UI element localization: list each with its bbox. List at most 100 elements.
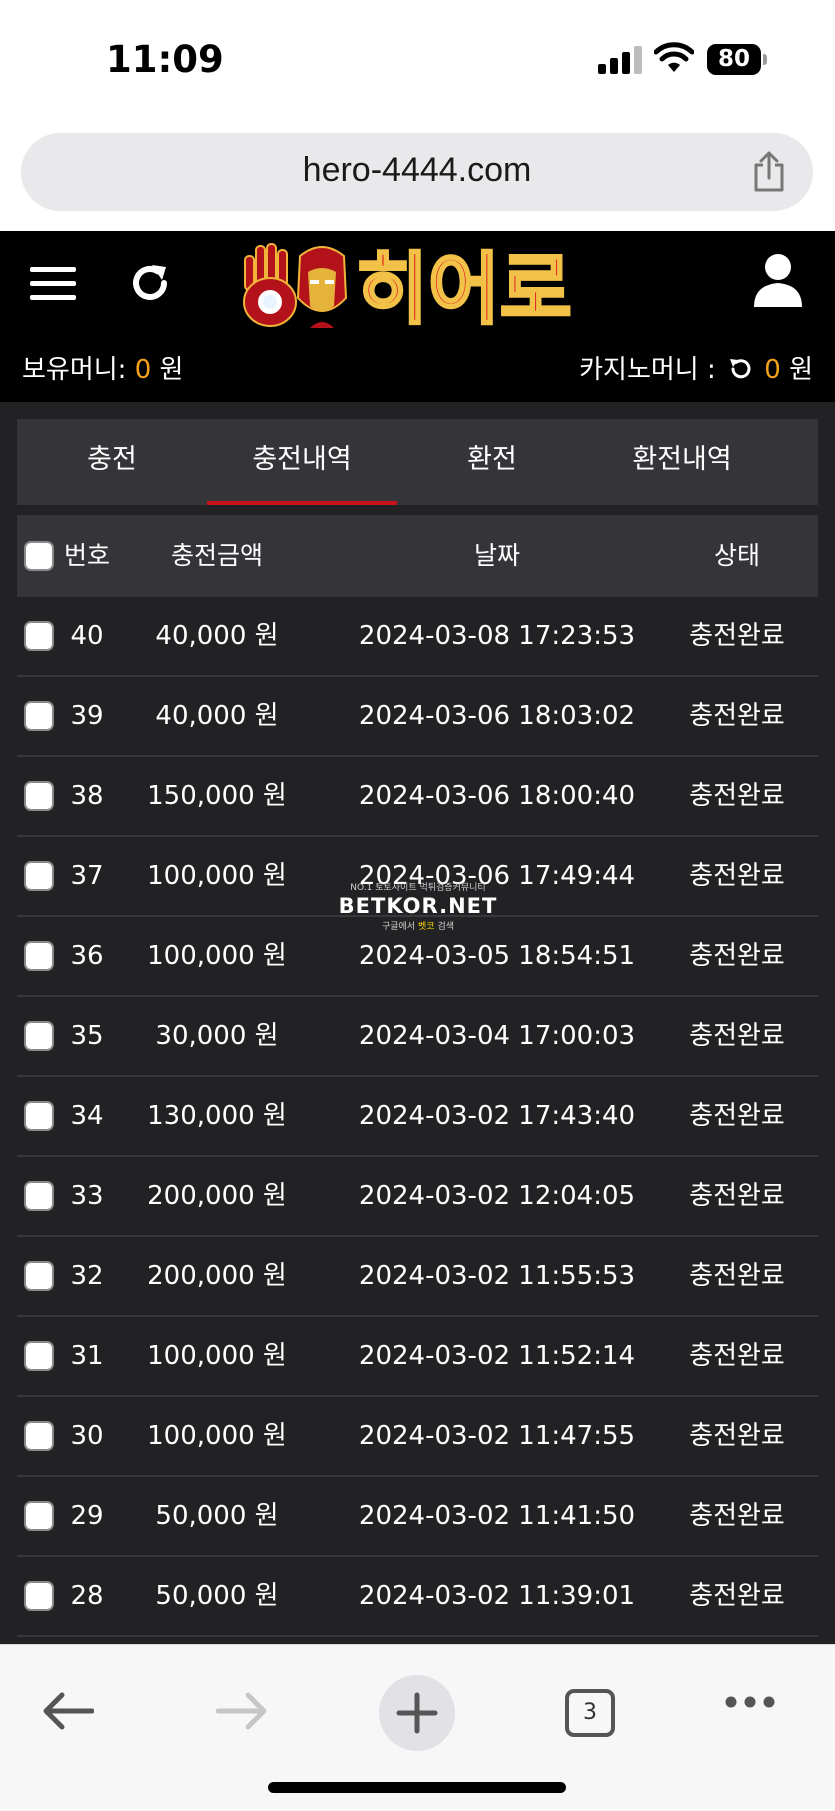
row-checkbox[interactable] bbox=[24, 1581, 54, 1611]
row-date: 2024-03-08 17:23:53 bbox=[358, 621, 636, 651]
table-row[interactable]: 28 50,000 원 2024-03-02 11:39:01 충전완료 bbox=[17, 1557, 818, 1637]
row-number: 32 bbox=[70, 1261, 104, 1291]
row-checkbox[interactable] bbox=[24, 781, 54, 811]
row-amount: 50,000 원 bbox=[155, 1581, 279, 1611]
home-indicator bbox=[268, 1782, 566, 1793]
row-date: 2024-03-02 11:41:50 bbox=[358, 1501, 636, 1531]
tab-deposit[interactable]: 충전 bbox=[17, 419, 207, 505]
casino-money-value: 0 bbox=[764, 355, 781, 385]
forward-arrow-icon[interactable] bbox=[216, 1691, 268, 1731]
row-number: 31 bbox=[70, 1341, 104, 1371]
hero-logo[interactable]: 히어로 bbox=[240, 236, 582, 336]
row-date: 2024-03-06 18:00:40 bbox=[358, 781, 636, 811]
tab-switcher-button[interactable]: 3 bbox=[565, 1689, 615, 1737]
user-profile-icon[interactable] bbox=[752, 253, 804, 307]
table-row[interactable]: 39 40,000 원 2024-03-06 18:03:02 충전완료 bbox=[17, 677, 818, 757]
plus-icon bbox=[396, 1692, 438, 1734]
row-date: 2024-03-06 17:49:44 bbox=[358, 861, 636, 891]
row-status: 충전완료 bbox=[689, 1501, 785, 1531]
row-checkbox[interactable] bbox=[24, 1261, 54, 1291]
row-status: 충전완료 bbox=[689, 861, 785, 891]
row-date: 2024-03-02 12:04:05 bbox=[358, 1181, 636, 1211]
row-status: 충전완료 bbox=[689, 941, 785, 971]
row-amount: 200,000 원 bbox=[147, 1181, 287, 1211]
table-row[interactable]: 31 100,000 원 2024-03-02 11:52:14 충전완료 bbox=[17, 1317, 818, 1397]
row-checkbox[interactable] bbox=[24, 701, 54, 731]
row-checkbox[interactable] bbox=[24, 941, 54, 971]
table-row[interactable]: 32 200,000 원 2024-03-02 11:55:53 충전완료 bbox=[17, 1237, 818, 1317]
deposit-history-panel: 충전 충전내역 환전 환전내역 번호 충전금액 날짜 상태 40 40,000 원… bbox=[0, 402, 835, 1644]
table-row[interactable]: 40 40,000 원 2024-03-08 17:23:53 충전완료 bbox=[17, 597, 818, 677]
table-row[interactable]: 38 150,000 원 2024-03-06 18:00:40 충전완료 bbox=[17, 757, 818, 837]
row-checkbox[interactable] bbox=[24, 1421, 54, 1451]
row-amount: 30,000 원 bbox=[155, 1021, 279, 1051]
row-amount: 200,000 원 bbox=[147, 1261, 287, 1291]
tab-bar: 충전 충전내역 환전 환전내역 bbox=[17, 419, 818, 505]
row-number: 35 bbox=[70, 1021, 104, 1051]
header-amount: 충전금액 bbox=[170, 541, 263, 570]
row-checkbox[interactable] bbox=[24, 1501, 54, 1531]
status-bar: 11:09 80 bbox=[0, 0, 835, 120]
table-row[interactable]: 29 50,000 원 2024-03-02 11:41:50 충전완료 bbox=[17, 1477, 818, 1557]
more-options-icon[interactable] bbox=[724, 1695, 776, 1709]
table-row[interactable]: 30 100,000 원 2024-03-02 11:47:55 충전완료 bbox=[17, 1397, 818, 1477]
row-date: 2024-03-04 17:00:03 bbox=[358, 1021, 636, 1051]
refresh-icon[interactable] bbox=[128, 261, 172, 305]
share-icon[interactable] bbox=[751, 151, 787, 193]
row-amount: 100,000 원 bbox=[147, 1341, 287, 1371]
row-status: 충전완료 bbox=[689, 1261, 785, 1291]
wifi-icon bbox=[654, 42, 694, 72]
address-bar[interactable]: hero-4444.com bbox=[21, 133, 813, 211]
row-date: 2024-03-06 18:03:02 bbox=[358, 701, 636, 731]
holding-money-value: 0 bbox=[134, 355, 152, 385]
table-row[interactable]: 35 30,000 원 2024-03-04 17:00:03 충전완료 bbox=[17, 997, 818, 1077]
row-status: 충전완료 bbox=[689, 1101, 785, 1131]
row-amount: 130,000 원 bbox=[147, 1101, 287, 1131]
row-amount: 100,000 원 bbox=[147, 941, 287, 971]
row-amount: 50,000 원 bbox=[155, 1501, 279, 1531]
new-tab-button[interactable] bbox=[379, 1675, 455, 1751]
row-status: 충전완료 bbox=[689, 1341, 785, 1371]
status-time: 11:09 bbox=[106, 38, 224, 81]
row-date: 2024-03-02 11:39:01 bbox=[358, 1581, 636, 1611]
row-number: 36 bbox=[70, 941, 104, 971]
tab-deposit-history[interactable]: 충전내역 bbox=[207, 419, 397, 505]
casino-refresh-icon[interactable] bbox=[728, 357, 752, 381]
row-amount: 150,000 원 bbox=[147, 781, 287, 811]
table-row[interactable]: 33 200,000 원 2024-03-02 12:04:05 충전완료 bbox=[17, 1157, 818, 1237]
row-checkbox[interactable] bbox=[24, 1101, 54, 1131]
table-header: 번호 충전금액 날짜 상태 bbox=[17, 515, 818, 597]
row-checkbox[interactable] bbox=[24, 621, 54, 651]
row-checkbox[interactable] bbox=[24, 1181, 54, 1211]
tab-withdraw-history[interactable]: 환전내역 bbox=[587, 419, 777, 505]
casino-money: 카지노머니 : 0 원 bbox=[579, 349, 813, 386]
table-row[interactable]: 36 100,000 원 2024-03-05 18:54:51 충전완료 bbox=[17, 917, 818, 997]
row-amount: 40,000 원 bbox=[155, 701, 279, 731]
row-checkbox[interactable] bbox=[24, 1021, 54, 1051]
row-date: 2024-03-02 11:55:53 bbox=[358, 1261, 636, 1291]
row-number: 34 bbox=[70, 1101, 104, 1131]
row-number: 28 bbox=[70, 1581, 104, 1611]
logo-text: 히어로 bbox=[356, 245, 571, 335]
row-status: 충전완료 bbox=[689, 781, 785, 811]
hamburger-menu-icon[interactable] bbox=[30, 261, 76, 307]
row-checkbox[interactable] bbox=[24, 861, 54, 891]
row-status: 충전완료 bbox=[689, 1421, 785, 1451]
table-row[interactable]: 34 130,000 원 2024-03-02 17:43:40 충전완료 bbox=[17, 1077, 818, 1157]
casino-money-label: 카지노머니 : bbox=[579, 355, 716, 385]
row-date: 2024-03-02 11:52:14 bbox=[358, 1341, 636, 1371]
history-table-body: 40 40,000 원 2024-03-08 17:23:53 충전완료 39 40,00… bbox=[17, 597, 818, 1637]
back-arrow-icon[interactable] bbox=[42, 1691, 94, 1731]
active-tab-indicator bbox=[207, 501, 397, 505]
row-amount: 100,000 원 bbox=[147, 861, 287, 891]
row-number: 37 bbox=[70, 861, 104, 891]
battery-icon: 80 bbox=[707, 44, 761, 75]
table-row[interactable]: 37 100,000 원 2024-03-06 17:49:44 충전완료 bbox=[17, 837, 818, 917]
holding-money: 보유머니: 0 원 bbox=[22, 349, 183, 386]
row-amount: 100,000 원 bbox=[147, 1421, 287, 1451]
url-text[interactable]: hero-4444.com bbox=[21, 151, 813, 190]
tab-withdraw[interactable]: 환전 bbox=[397, 419, 587, 505]
select-all-checkbox[interactable] bbox=[24, 541, 54, 571]
row-number: 40 bbox=[70, 621, 104, 651]
row-checkbox[interactable] bbox=[24, 1341, 54, 1371]
